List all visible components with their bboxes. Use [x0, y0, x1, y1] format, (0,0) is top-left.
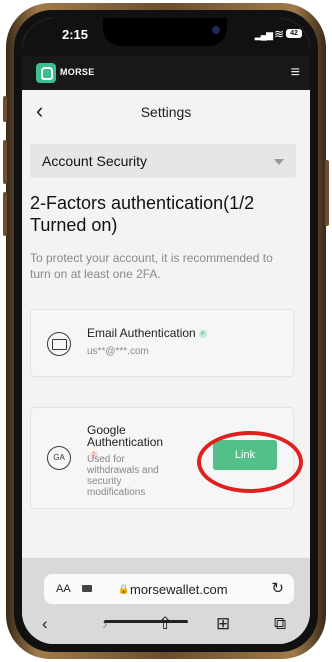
google-auth-title-text: Google Authentication: [87, 423, 164, 449]
section-select-value: Account Security: [42, 153, 148, 169]
tab-icon[interactable]: [82, 585, 92, 592]
email-auth-title: Email Authentication ✓: [87, 326, 207, 340]
forward-icon[interactable]: ›: [102, 614, 108, 634]
bookmarks-icon[interactable]: ⊞: [216, 614, 230, 634]
morse-logo-icon[interactable]: [36, 63, 56, 83]
wifi-icon: ≋: [273, 27, 284, 41]
mute-switch: [3, 96, 7, 122]
address-bar[interactable]: AA 🔒 morsewallet.com ↻: [44, 574, 294, 604]
reload-icon[interactable]: ↻: [271, 579, 284, 597]
lock-icon: 🔒: [118, 584, 130, 594]
red-circle-annotation: [197, 431, 303, 493]
browser-chrome: AA 🔒 morsewallet.com ↻ ‹ › ⇧ ⊞ ⧉: [22, 558, 310, 644]
chevron-down-icon: [274, 159, 284, 165]
email-auth-card[interactable]: Email Authentication ✓ us**@***.com: [30, 309, 294, 377]
clock: 2:15: [62, 27, 89, 42]
section-select[interactable]: Account Security: [30, 144, 296, 178]
app-header: MORSE ≡: [22, 56, 310, 90]
dynamic-island: [103, 18, 227, 46]
reader-aa-button[interactable]: AA: [56, 583, 71, 595]
power-button: [325, 160, 329, 226]
tabs-icon[interactable]: ⧉: [274, 614, 286, 634]
email-auth-title-text: Email Authentication: [87, 326, 196, 340]
share-icon[interactable]: ⇧: [158, 614, 172, 634]
url-text[interactable]: morsewallet.com: [130, 582, 228, 597]
status-bar: 2:15 ▂▄▆ ≋ 42: [22, 18, 310, 56]
page-title: Settings: [140, 104, 192, 120]
mail-icon: [47, 332, 71, 356]
hamburger-menu-icon[interactable]: ≡: [291, 64, 300, 82]
volume-down-button: [3, 192, 7, 236]
browser-toolbar: ‹ › ⇧ ⊞ ⧉: [22, 612, 310, 640]
signal-icon: ▂▄▆: [254, 30, 273, 40]
check-badge-icon: ✓: [198, 329, 207, 338]
twofa-description: To protect your account, it is recommend…: [30, 251, 273, 281]
back-icon[interactable]: ‹: [42, 614, 48, 634]
camera-dot: [212, 26, 220, 34]
google-auth-icon: GA: [47, 446, 71, 470]
home-indicator: [104, 620, 188, 623]
brand-name[interactable]: MORSE: [60, 67, 95, 77]
twofa-heading: 2-Factors authentication(1/2 Turned on): [30, 193, 255, 235]
email-address: us**@***.com: [87, 346, 149, 357]
volume-up-button: [3, 140, 7, 184]
battery-icon: 42: [286, 29, 302, 38]
google-auth-description: Used for withdrawals and security modifi…: [87, 454, 159, 498]
settings-nav: ‹ Settings: [22, 90, 310, 134]
